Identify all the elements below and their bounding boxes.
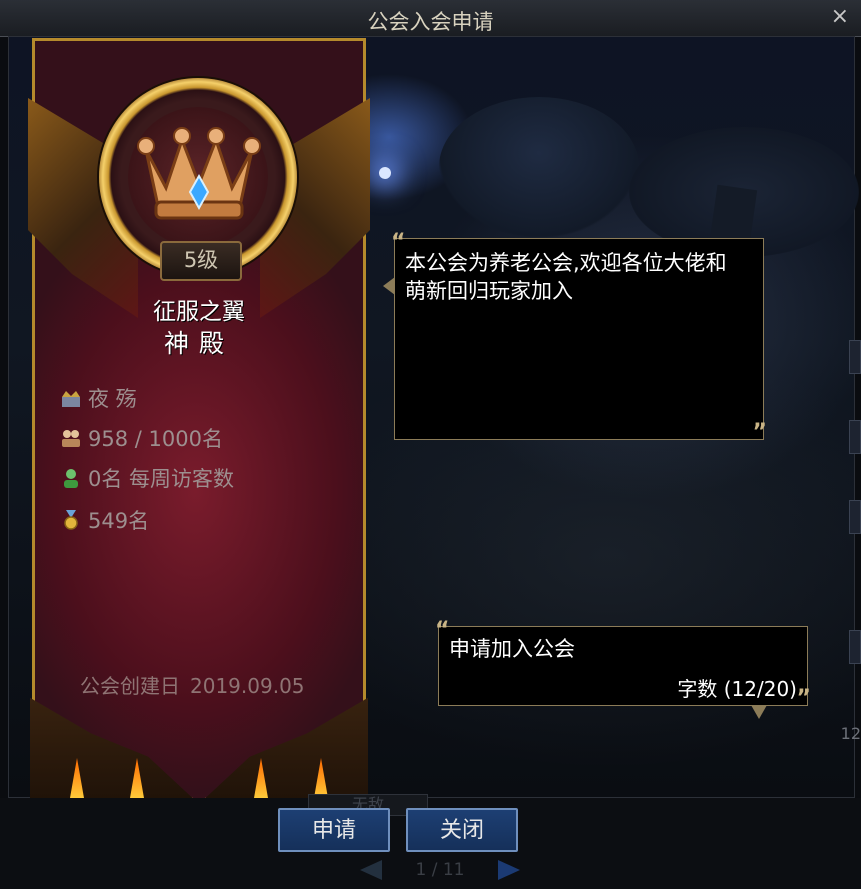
side-number: 12 [840, 724, 861, 743]
member-count: 958 / 1000名 [88, 427, 223, 451]
guild-subtitle: 神殿 [163, 329, 234, 358]
light-orb [379, 167, 391, 179]
crown-person-icon [60, 387, 82, 409]
medal-icon [60, 509, 82, 531]
close-quote-icon: ” [796, 686, 811, 711]
member-count-row: 958 / 1000名 [60, 424, 223, 452]
guild-name: 征服之翼 [153, 299, 245, 325]
tree-shape [439, 97, 639, 237]
guild-master-name: 夜 殇 [88, 387, 137, 411]
rank-row: 549名 [60, 506, 149, 534]
close-icon[interactable]: × [831, 6, 849, 28]
guild-introduction-text: 本公会为养老公会,欢迎各位大佬和萌新回归玩家加入 [405, 251, 727, 303]
guild-master-row: 夜 殇 [60, 384, 137, 412]
open-quote-icon: “ [391, 230, 406, 255]
background-pager: 1 / 11 [360, 856, 520, 884]
flame-decoration [254, 758, 268, 798]
person-icon [60, 467, 82, 489]
close-button[interactable]: 关闭 [406, 808, 518, 852]
founded-label: 公会创建日 [80, 674, 180, 698]
side-tab [849, 340, 861, 374]
guild-introduction-bubble: “ 本公会为养老公会,欢迎各位大佬和萌新回归玩家加入 ” [383, 230, 767, 445]
apply-button[interactable]: 申请 [278, 808, 390, 852]
flame-decoration [70, 758, 84, 798]
flame-decoration [314, 758, 328, 798]
next-page-icon [498, 860, 520, 880]
application-message-input[interactable] [447, 635, 751, 661]
side-tab [849, 630, 861, 664]
visitor-row: 0名 每周访客数 [60, 464, 234, 492]
guild-banner: 5级 征服之翼 神殿 夜 殇 958 / 1000名 0名 每周访客数 549名… [28, 38, 370, 804]
founded-info: 公会创建日 2019.09.05 [80, 670, 305, 699]
weekly-visitors: 0名 每周访客数 [88, 467, 235, 491]
close-quote-icon: ” [752, 420, 767, 445]
application-message-bubble[interactable]: “ 字数 (12/20) ” [435, 620, 811, 719]
crown-icon [132, 110, 266, 230]
flame-decoration [130, 758, 144, 798]
title-bar: 公会入会申请 × [0, 0, 861, 37]
side-tab [849, 500, 861, 534]
founded-date: 2019.09.05 [190, 674, 305, 698]
guild-rank: 549名 [88, 509, 150, 533]
page-indicator: 1 / 11 [415, 860, 465, 880]
window-title: 公会入会申请 [367, 10, 494, 34]
character-counter: 字数 (12/20) [677, 677, 797, 701]
side-tab [849, 420, 861, 454]
guild-level-badge: 5级 [160, 241, 242, 281]
people-icon [60, 427, 82, 449]
prev-page-icon [360, 860, 382, 880]
